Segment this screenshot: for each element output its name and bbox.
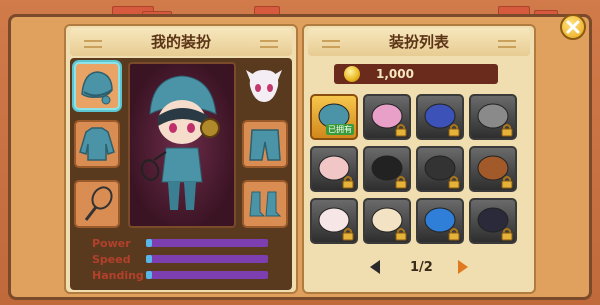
racket-slot[interactable] [74,180,120,228]
blue-egg-item[interactable] [416,198,464,244]
boots-icon [249,191,282,217]
ornament-icon [260,40,278,48]
handing-bar-fill [146,271,153,279]
lock-icon [342,176,354,189]
lock-icon [395,228,407,241]
power-bar-fill [146,239,153,247]
lock-icon [395,176,407,189]
ornament-icon [322,40,340,48]
bunny-hat-item[interactable] [310,198,358,244]
lock-icon [501,124,513,137]
lock-icon [342,228,354,241]
speed-bar [146,255,268,263]
black-helmet-item[interactable] [363,146,411,192]
lock-icon [448,176,460,189]
stat-label-power: Power [92,237,131,250]
coin-amount: 1,000 [376,67,414,81]
pink-helmet-item[interactable] [363,94,411,140]
blue-helmet-item[interactable] [416,94,464,140]
shoes-slot[interactable] [242,180,288,228]
pet-avatar[interactable] [244,66,284,106]
stat-label-handing: Handing [92,269,144,282]
piggy-hat-item[interactable] [310,146,358,192]
character-preview [128,62,236,228]
pet-icon [246,70,282,102]
lock-icon [501,228,513,241]
speed-bar-fill [146,255,153,263]
ornament-icon [498,40,516,48]
black-cap-item[interactable] [416,146,464,192]
lock-icon [501,176,513,189]
hat-slot[interactable] [74,62,120,110]
ornament-icon [84,40,102,48]
page-indicator: 1/2 [410,260,433,275]
stat-label-speed: Speed [92,253,131,266]
cat-hat-item[interactable] [469,94,517,140]
bear-hat-item[interactable] [469,146,517,192]
my-outfit-header: 我的装扮 [70,28,292,56]
next-page-arrow[interactable] [458,260,468,274]
lock-icon [448,124,460,137]
coin-icon [344,66,360,82]
top-slot[interactable] [74,120,120,168]
top-hat-item[interactable] [469,198,517,244]
outfit-list-title: 装扮列表 [388,33,449,51]
handing-bar [146,271,268,279]
outfit-list-header: 装扮列表 [308,28,530,56]
character-avatar [140,75,220,210]
lock-icon [395,124,407,137]
pants-slot[interactable] [242,120,288,168]
racket-icon [84,186,113,221]
jacket-icon [79,127,115,161]
blue-cap-item[interactable]: 已拥有 [310,94,358,140]
currency-bar: 1,000 [334,64,498,84]
close-button[interactable] [560,14,586,40]
close-icon [566,20,580,34]
blue-cap-icon [81,71,113,105]
my-outfit-title: 我的装扮 [150,33,211,51]
pants-icon [249,129,281,161]
power-bar [146,239,268,247]
lock-icon [448,228,460,241]
owned-badge: 已拥有 [326,124,354,135]
cream-hat-item[interactable] [363,198,411,244]
prev-page-arrow[interactable] [370,260,380,274]
